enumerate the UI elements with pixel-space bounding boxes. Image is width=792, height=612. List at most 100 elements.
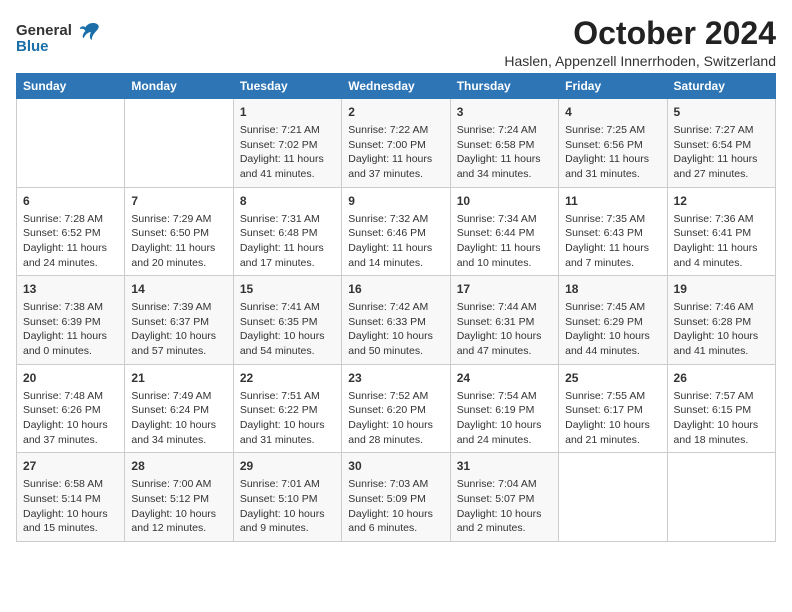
day-info: Sunrise: 7:25 AM Sunset: 6:56 PM Dayligh… (565, 123, 660, 182)
day-info: Sunrise: 7:31 AM Sunset: 6:48 PM Dayligh… (240, 212, 335, 271)
day-info: Sunrise: 7:03 AM Sunset: 5:09 PM Dayligh… (348, 477, 443, 536)
day-info: Sunrise: 7:48 AM Sunset: 6:26 PM Dayligh… (23, 389, 118, 448)
day-number: 7 (131, 193, 226, 210)
day-info: Sunrise: 6:58 AM Sunset: 5:14 PM Dayligh… (23, 477, 118, 536)
calendar-cell: 26 Sunrise: 7:57 AM Sunset: 6:15 PM Dayli… (667, 364, 775, 453)
col-sunday: Sunday (17, 74, 125, 99)
day-info: Sunrise: 7:32 AM Sunset: 6:46 PM Dayligh… (348, 212, 443, 271)
day-number: 31 (457, 458, 552, 475)
day-number: 3 (457, 104, 552, 121)
calendar-cell: 8 Sunrise: 7:31 AM Sunset: 6:48 PM Daylig… (233, 187, 341, 276)
calendar-cell: 9 Sunrise: 7:32 AM Sunset: 6:46 PM Daylig… (342, 187, 450, 276)
day-info: Sunrise: 7:21 AM Sunset: 7:02 PM Dayligh… (240, 123, 335, 182)
calendar-cell (667, 453, 775, 542)
calendar-cell: 10Sunrise: 7:34 AM Sunset: 6:44 PM Dayli… (450, 187, 558, 276)
header-row: Sunday Monday Tuesday Wednesday Thursday… (17, 74, 776, 99)
day-number: 6 (23, 193, 118, 210)
day-info: Sunrise: 7:52 AM Sunset: 6:20 PM Dayligh… (348, 389, 443, 448)
day-info: Sunrise: 7:38 AM Sunset: 6:39 PM Dayligh… (23, 300, 118, 359)
day-number: 9 (348, 193, 443, 210)
calendar-cell: 28 Sunrise: 7:00 AM Sunset: 5:12 PM Dayli… (125, 453, 233, 542)
day-number: 15 (240, 281, 335, 298)
day-info: Sunrise: 7:57 AM Sunset: 6:15 PM Dayligh… (674, 389, 769, 448)
calendar-cell: 13 Sunrise: 7:38 AM Sunset: 6:39 PM Dayli… (17, 276, 125, 365)
calendar-table: Sunday Monday Tuesday Wednesday Thursday… (16, 73, 776, 542)
day-number: 22 (240, 370, 335, 387)
day-number: 26 (674, 370, 769, 387)
calendar-cell: 24 Sunrise: 7:54 AM Sunset: 6:19 PM Dayli… (450, 364, 558, 453)
calendar-cell (559, 453, 667, 542)
day-info: Sunrise: 7:36 AM Sunset: 6:41 PM Dayligh… (674, 212, 769, 271)
calendar-cell: 2Sunrise: 7:22 AM Sunset: 7:00 PM Daylig… (342, 99, 450, 188)
col-thursday: Thursday (450, 74, 558, 99)
header: General Blue October 2024 Haslen, Appenz… (16, 16, 776, 69)
col-friday: Friday (559, 74, 667, 99)
calendar-cell: 16 Sunrise: 7:42 AM Sunset: 6:33 PM Dayli… (342, 276, 450, 365)
calendar-cell: 3 Sunrise: 7:24 AM Sunset: 6:58 PM Daylig… (450, 99, 558, 188)
calendar-cell: 4Sunrise: 7:25 AM Sunset: 6:56 PM Daylig… (559, 99, 667, 188)
calendar-cell: 12 Sunrise: 7:36 AM Sunset: 6:41 PM Dayli… (667, 187, 775, 276)
calendar-cell: 15 Sunrise: 7:41 AM Sunset: 6:35 PM Dayli… (233, 276, 341, 365)
day-number: 27 (23, 458, 118, 475)
col-wednesday: Wednesday (342, 74, 450, 99)
day-number: 1 (240, 104, 335, 121)
day-number: 20 (23, 370, 118, 387)
title-block: October 2024 Haslen, Appenzell Innerrhod… (504, 16, 776, 69)
month-title: October 2024 (504, 16, 776, 51)
day-number: 25 (565, 370, 660, 387)
calendar-row-4: 20 Sunrise: 7:48 AM Sunset: 6:26 PM Dayli… (17, 364, 776, 453)
logo-general: General (16, 22, 72, 39)
day-number: 13 (23, 281, 118, 298)
day-info: Sunrise: 7:45 AM Sunset: 6:29 PM Dayligh… (565, 300, 660, 359)
page-container: General Blue October 2024 Haslen, Appenz… (0, 0, 792, 552)
col-saturday: Saturday (667, 74, 775, 99)
day-info: Sunrise: 7:39 AM Sunset: 6:37 PM Dayligh… (131, 300, 226, 359)
day-info: Sunrise: 7:35 AM Sunset: 6:43 PM Dayligh… (565, 212, 660, 271)
location-title: Haslen, Appenzell Innerrhoden, Switzerla… (504, 53, 776, 69)
day-number: 14 (131, 281, 226, 298)
calendar-row-3: 13 Sunrise: 7:38 AM Sunset: 6:39 PM Dayli… (17, 276, 776, 365)
calendar-cell: 14 Sunrise: 7:39 AM Sunset: 6:37 PM Dayli… (125, 276, 233, 365)
day-number: 18 (565, 281, 660, 298)
day-info: Sunrise: 7:49 AM Sunset: 6:24 PM Dayligh… (131, 389, 226, 448)
calendar-cell: 1 Sunrise: 7:21 AM Sunset: 7:02 PM Daylig… (233, 99, 341, 188)
day-number: 24 (457, 370, 552, 387)
day-number: 12 (674, 193, 769, 210)
day-info: Sunrise: 7:00 AM Sunset: 5:12 PM Dayligh… (131, 477, 226, 536)
calendar-cell: 25Sunrise: 7:55 AM Sunset: 6:17 PM Dayli… (559, 364, 667, 453)
day-info: Sunrise: 7:28 AM Sunset: 6:52 PM Dayligh… (23, 212, 118, 271)
calendar-cell: 30 Sunrise: 7:03 AM Sunset: 5:09 PM Dayli… (342, 453, 450, 542)
day-info: Sunrise: 7:24 AM Sunset: 6:58 PM Dayligh… (457, 123, 552, 182)
calendar-row-2: 6 Sunrise: 7:28 AM Sunset: 6:52 PM Daylig… (17, 187, 776, 276)
day-number: 19 (674, 281, 769, 298)
calendar-cell: 31Sunrise: 7:04 AM Sunset: 5:07 PM Dayli… (450, 453, 558, 542)
logo-text: General Blue (16, 20, 100, 55)
calendar-header: Sunday Monday Tuesday Wednesday Thursday… (17, 74, 776, 99)
day-number: 8 (240, 193, 335, 210)
day-number: 30 (348, 458, 443, 475)
calendar-cell: 23Sunrise: 7:52 AM Sunset: 6:20 PM Dayli… (342, 364, 450, 453)
logo-bird-icon (78, 20, 100, 42)
day-info: Sunrise: 7:42 AM Sunset: 6:33 PM Dayligh… (348, 300, 443, 359)
day-info: Sunrise: 7:46 AM Sunset: 6:28 PM Dayligh… (674, 300, 769, 359)
calendar-cell (17, 99, 125, 188)
day-info: Sunrise: 7:54 AM Sunset: 6:19 PM Dayligh… (457, 389, 552, 448)
day-number: 5 (674, 104, 769, 121)
day-info: Sunrise: 7:44 AM Sunset: 6:31 PM Dayligh… (457, 300, 552, 359)
day-info: Sunrise: 7:01 AM Sunset: 5:10 PM Dayligh… (240, 477, 335, 536)
logo: General Blue (16, 20, 100, 55)
calendar-cell: 11Sunrise: 7:35 AM Sunset: 6:43 PM Dayli… (559, 187, 667, 276)
day-info: Sunrise: 7:41 AM Sunset: 6:35 PM Dayligh… (240, 300, 335, 359)
day-number: 28 (131, 458, 226, 475)
col-monday: Monday (125, 74, 233, 99)
calendar-row-5: 27 Sunrise: 6:58 AM Sunset: 5:14 PM Dayli… (17, 453, 776, 542)
day-info: Sunrise: 7:22 AM Sunset: 7:00 PM Dayligh… (348, 123, 443, 182)
calendar-cell: 19 Sunrise: 7:46 AM Sunset: 6:28 PM Dayli… (667, 276, 775, 365)
day-info: Sunrise: 7:51 AM Sunset: 6:22 PM Dayligh… (240, 389, 335, 448)
col-tuesday: Tuesday (233, 74, 341, 99)
day-number: 16 (348, 281, 443, 298)
day-info: Sunrise: 7:29 AM Sunset: 6:50 PM Dayligh… (131, 212, 226, 271)
calendar-body: 1 Sunrise: 7:21 AM Sunset: 7:02 PM Daylig… (17, 99, 776, 542)
calendar-cell: 17Sunrise: 7:44 AM Sunset: 6:31 PM Dayli… (450, 276, 558, 365)
calendar-cell: 22 Sunrise: 7:51 AM Sunset: 6:22 PM Dayli… (233, 364, 341, 453)
